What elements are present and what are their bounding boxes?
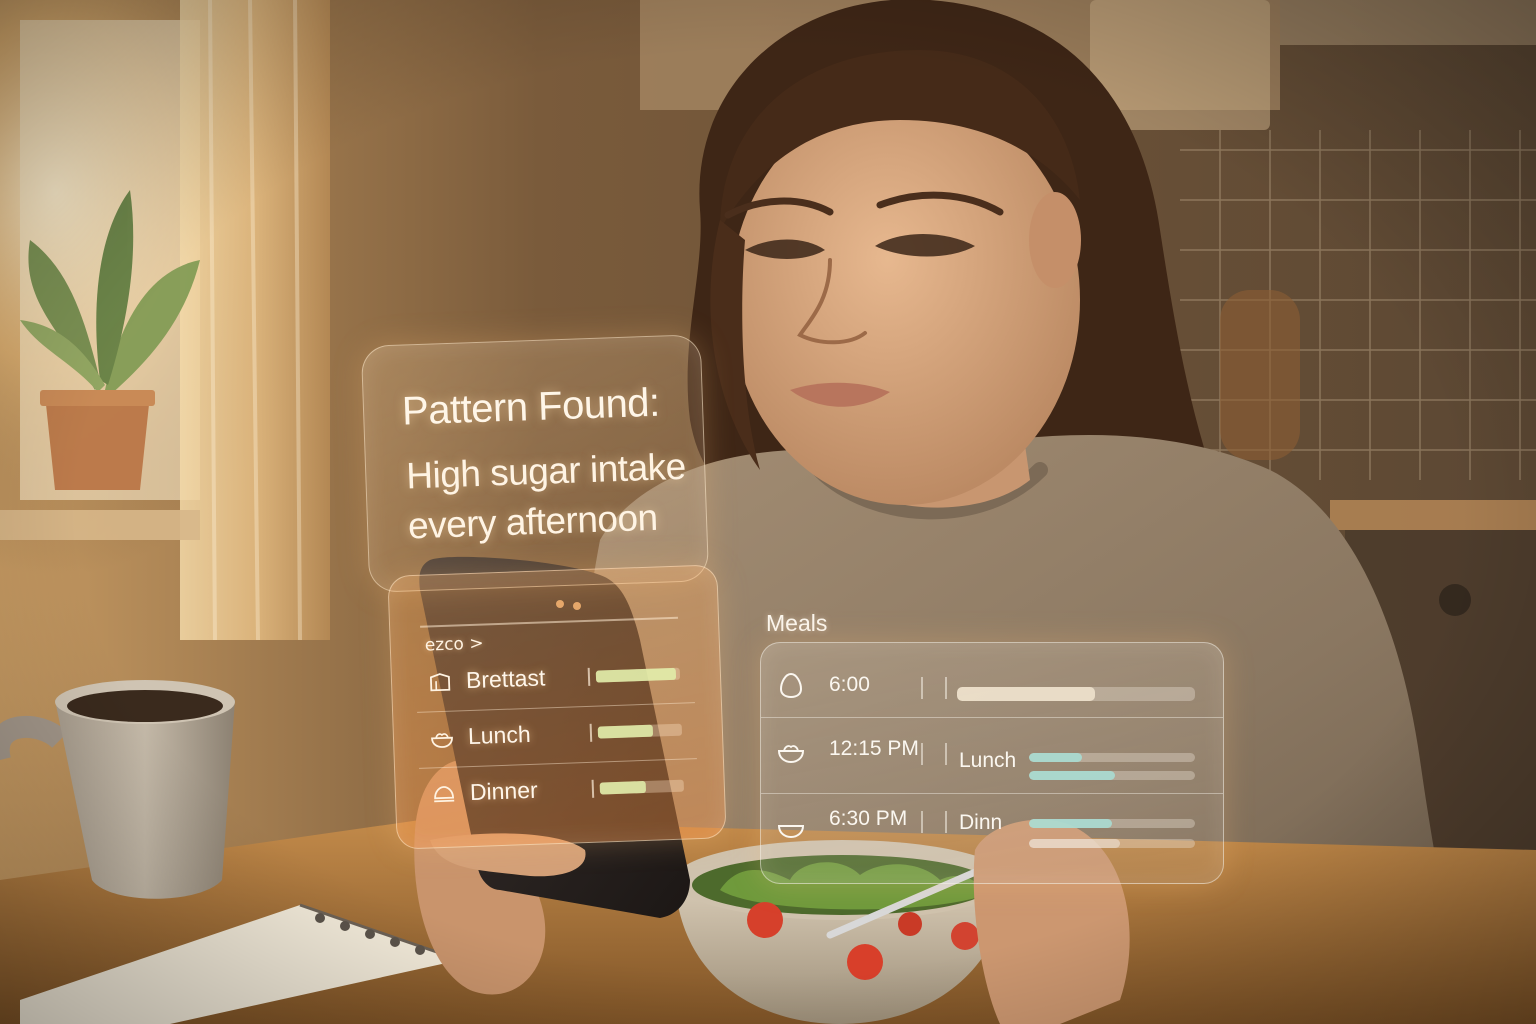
meal-row-morning[interactable]: 6:00 xyxy=(761,651,1223,718)
list-item-label: Lunch xyxy=(467,720,532,750)
meal-bar-fill xyxy=(957,687,1096,701)
list-item-dinner[interactable]: Dinner xyxy=(419,758,699,824)
divider xyxy=(921,811,923,833)
meal-row-lunch[interactable]: 12:15 PM Lunch xyxy=(761,717,1223,794)
divider xyxy=(591,779,595,798)
list-item-label: Dinner xyxy=(469,776,539,806)
meal-bar xyxy=(1029,771,1195,780)
level-bar xyxy=(597,723,683,739)
dome-icon xyxy=(434,786,455,803)
divider xyxy=(921,677,923,699)
bowl-icon xyxy=(777,745,805,764)
pattern-found-card[interactable]: Pattern Found: High sugar intake every a… xyxy=(360,334,710,593)
meal-bar xyxy=(1029,839,1195,848)
bowl-icon xyxy=(777,825,805,839)
meals-timeline-panel: 6:00 12:15 PM Lunch 6:30 PM Dinn xyxy=(760,642,1224,884)
meal-time: 12:15 PM xyxy=(829,737,919,760)
divider xyxy=(945,677,947,699)
meals-heading: Meals xyxy=(766,610,828,636)
level-bar xyxy=(595,667,681,683)
scene: Pattern Found: High sugar intake every a… xyxy=(0,0,1536,1024)
divider xyxy=(420,616,678,628)
divider xyxy=(921,743,923,765)
meal-name: Dinn xyxy=(959,811,1003,834)
meal-time: 6:30 PM xyxy=(829,807,908,830)
level-bar-fill xyxy=(597,724,653,739)
phone-meal-log-overlay: ezco > Brettast Lunch Dinner xyxy=(387,564,727,850)
meal-name: Lunch xyxy=(959,749,1017,772)
meal-bar xyxy=(1029,819,1195,828)
pattern-title: Pattern Found: xyxy=(401,380,661,434)
meal-row-dinner[interactable]: 6:30 PM Dinn xyxy=(761,793,1223,873)
meal-bar xyxy=(1029,753,1195,762)
divider xyxy=(589,723,593,742)
level-bar-fill xyxy=(595,667,676,683)
divider xyxy=(945,811,947,833)
meal-bar-fill xyxy=(1029,753,1083,762)
divider xyxy=(945,743,947,765)
meal-bar-fill xyxy=(1029,819,1112,828)
level-bar xyxy=(599,779,685,795)
breadcrumb[interactable]: ezco > xyxy=(424,634,483,656)
bowl-icon xyxy=(431,733,453,748)
pattern-description: High sugar intake every afternoon xyxy=(405,445,687,547)
meal-bar-fill xyxy=(1029,839,1121,848)
meal-time: 6:00 xyxy=(829,673,870,696)
meal-bar-fill xyxy=(1029,771,1116,780)
divider xyxy=(587,667,591,686)
meal-bar xyxy=(957,687,1195,701)
list-item-label: Brettast xyxy=(465,664,546,694)
level-bar-fill xyxy=(599,780,647,795)
bread-icon xyxy=(429,673,451,692)
egg-icon xyxy=(779,672,803,699)
